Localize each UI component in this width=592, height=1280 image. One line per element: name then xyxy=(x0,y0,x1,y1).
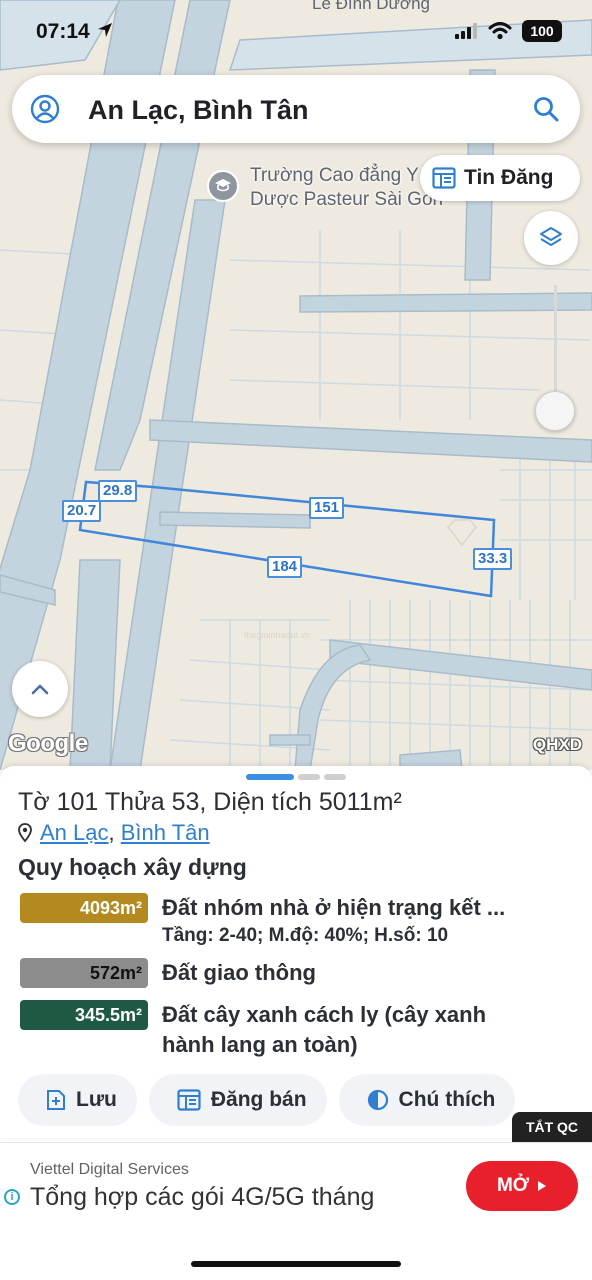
layer-code-label: QHXD xyxy=(532,735,582,754)
zone-row[interactable]: 345.5m² Đất cây xanh cách ly (cây xanh h… xyxy=(20,1000,486,1060)
expand-up-button[interactable] xyxy=(12,661,68,717)
dimension-label-right: 33.3 xyxy=(473,548,513,570)
ad-headline[interactable]: Tổng hợp các gói 4G/5G tháng xyxy=(30,1183,374,1212)
legend-label: Chú thích xyxy=(398,1088,496,1111)
poi-name-line2: Dược Pasteur Sài Gòn xyxy=(250,189,444,210)
post-label: Đăng bán xyxy=(210,1088,307,1111)
legend-button[interactable]: Chú thích xyxy=(338,1074,516,1126)
dimension-label-top-left: 29.8 xyxy=(98,480,138,502)
pager-dot[interactable] xyxy=(298,774,320,780)
home-indicator[interactable] xyxy=(191,1261,401,1267)
pager-dot[interactable] xyxy=(324,774,346,780)
dimension-label-left: 20.7 xyxy=(62,500,102,522)
zone-name-line2: hành lang an toàn) xyxy=(162,1032,358,1057)
sheet-pager[interactable] xyxy=(246,774,346,780)
search-bar[interactable]: An Lạc, Bình Tân xyxy=(12,75,580,143)
add-file-icon xyxy=(47,1090,65,1110)
save-button[interactable]: Lưu xyxy=(18,1074,137,1126)
zone-row[interactable]: 572m² Đất giao thông xyxy=(20,958,316,988)
district-link[interactable]: Bình Tân xyxy=(121,820,210,845)
location-arrow-icon xyxy=(97,23,112,37)
wifi-icon xyxy=(488,22,512,40)
tin-dang-label: Tin Đăng xyxy=(464,166,554,189)
location-row: An Lạc, Bình Tân xyxy=(18,820,210,846)
status-indicators: 100 xyxy=(454,20,562,42)
ad-sponsor: Viettel Digital Services xyxy=(30,1161,189,1178)
contrast-icon xyxy=(367,1089,388,1111)
parcel-title: Tờ 101 Thửa 53, Diện tích 5011m² xyxy=(18,788,402,816)
close-ads-button[interactable]: TẮT QC xyxy=(512,1112,592,1142)
battery-icon: 100 xyxy=(522,20,562,42)
tin-dang-button[interactable]: Tin Đăng xyxy=(420,155,580,201)
play-arrow-icon xyxy=(538,1181,547,1191)
zone-area-badge: 572m² xyxy=(20,958,148,988)
ad-info-icon[interactable]: i xyxy=(4,1189,20,1205)
google-logo: Google xyxy=(8,730,88,757)
ad-open-label: MỞ xyxy=(496,1175,530,1196)
search-icon[interactable] xyxy=(532,95,560,123)
layers-icon xyxy=(540,227,562,246)
post-for-sale-button[interactable]: Đăng bán xyxy=(148,1074,327,1126)
zone-name: Đất nhóm nhà ở hiện trạng kết ... xyxy=(162,895,506,920)
chevron-up-icon xyxy=(31,684,49,695)
ad-banner[interactable]: i Viettel Digital Services Tổng hợp các … xyxy=(0,1142,592,1232)
zone-area-badge: 345.5m² xyxy=(20,1000,148,1030)
zone-row[interactable]: 4093m² Đất nhóm nhà ở hiện trạng kết ...… xyxy=(20,893,505,949)
poi-label[interactable]: Trường Cao đẳng Y Dược Pasteur Sài Gòn xyxy=(250,164,443,212)
school-icon[interactable] xyxy=(207,170,239,202)
zone-name: Đất giao thông xyxy=(162,960,316,985)
poi-name-line1: Trường Cao đẳng Y xyxy=(250,165,419,186)
user-icon[interactable] xyxy=(30,94,60,124)
status-bar: 07:14 100 xyxy=(0,0,592,64)
time-text: 07:14 xyxy=(36,20,90,43)
dimension-label-bottom: 184 xyxy=(267,556,303,578)
listing-icon xyxy=(177,1089,201,1111)
cellular-signal-icon xyxy=(455,23,477,39)
save-label: Lưu xyxy=(76,1088,117,1111)
status-time: 07:14 xyxy=(36,20,114,44)
watermark-logo: thegioinhadat.vn xyxy=(244,519,477,640)
ad-open-button[interactable]: MỞ xyxy=(466,1161,578,1211)
layers-button[interactable] xyxy=(524,211,578,265)
zone-details: Tầng: 2-40; M.độ: 40%; H.số: 10 xyxy=(162,925,449,946)
ward-link[interactable]: An Lạc xyxy=(40,820,109,845)
location-pin-icon xyxy=(18,823,32,843)
listing-icon xyxy=(432,167,456,189)
section-title: Quy hoạch xây dựng xyxy=(18,854,247,880)
zone-name: Đất cây xanh cách ly (cây xanh xyxy=(162,1002,487,1027)
watermark-text: thegioinhadat.vn xyxy=(244,630,310,640)
search-query[interactable]: An Lạc, Bình Tân xyxy=(88,95,309,126)
location-separator: , xyxy=(108,820,115,845)
pager-dot-active[interactable] xyxy=(246,774,294,780)
dimension-label-top: 151 xyxy=(309,497,345,519)
zone-area-badge: 4093m² xyxy=(20,893,148,923)
action-bar: Lưu Đăng bán Chú thích xyxy=(18,1074,516,1126)
parcel-info-sheet[interactable]: Tờ 101 Thửa 53, Diện tích 5011m² An Lạc,… xyxy=(0,766,592,1138)
opacity-slider-thumb[interactable] xyxy=(535,391,575,431)
